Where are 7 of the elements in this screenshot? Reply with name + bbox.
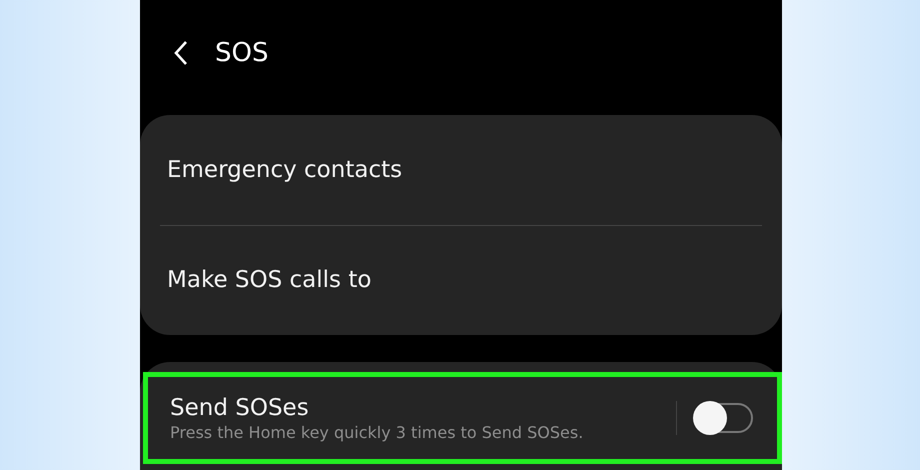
screen-title: SOS — [215, 38, 268, 68]
toggle-switch[interactable] — [695, 403, 753, 433]
setting-description: Press the Home key quickly 3 times to Send SOSes. — [170, 422, 584, 442]
setting-title: Send SOSes — [170, 394, 310, 420]
menu-item[interactable]: Emergency contacts — [140, 115, 782, 224]
menu-item[interactable]: Make SOS calls to — [140, 226, 782, 335]
back-icon[interactable] — [173, 40, 189, 66]
